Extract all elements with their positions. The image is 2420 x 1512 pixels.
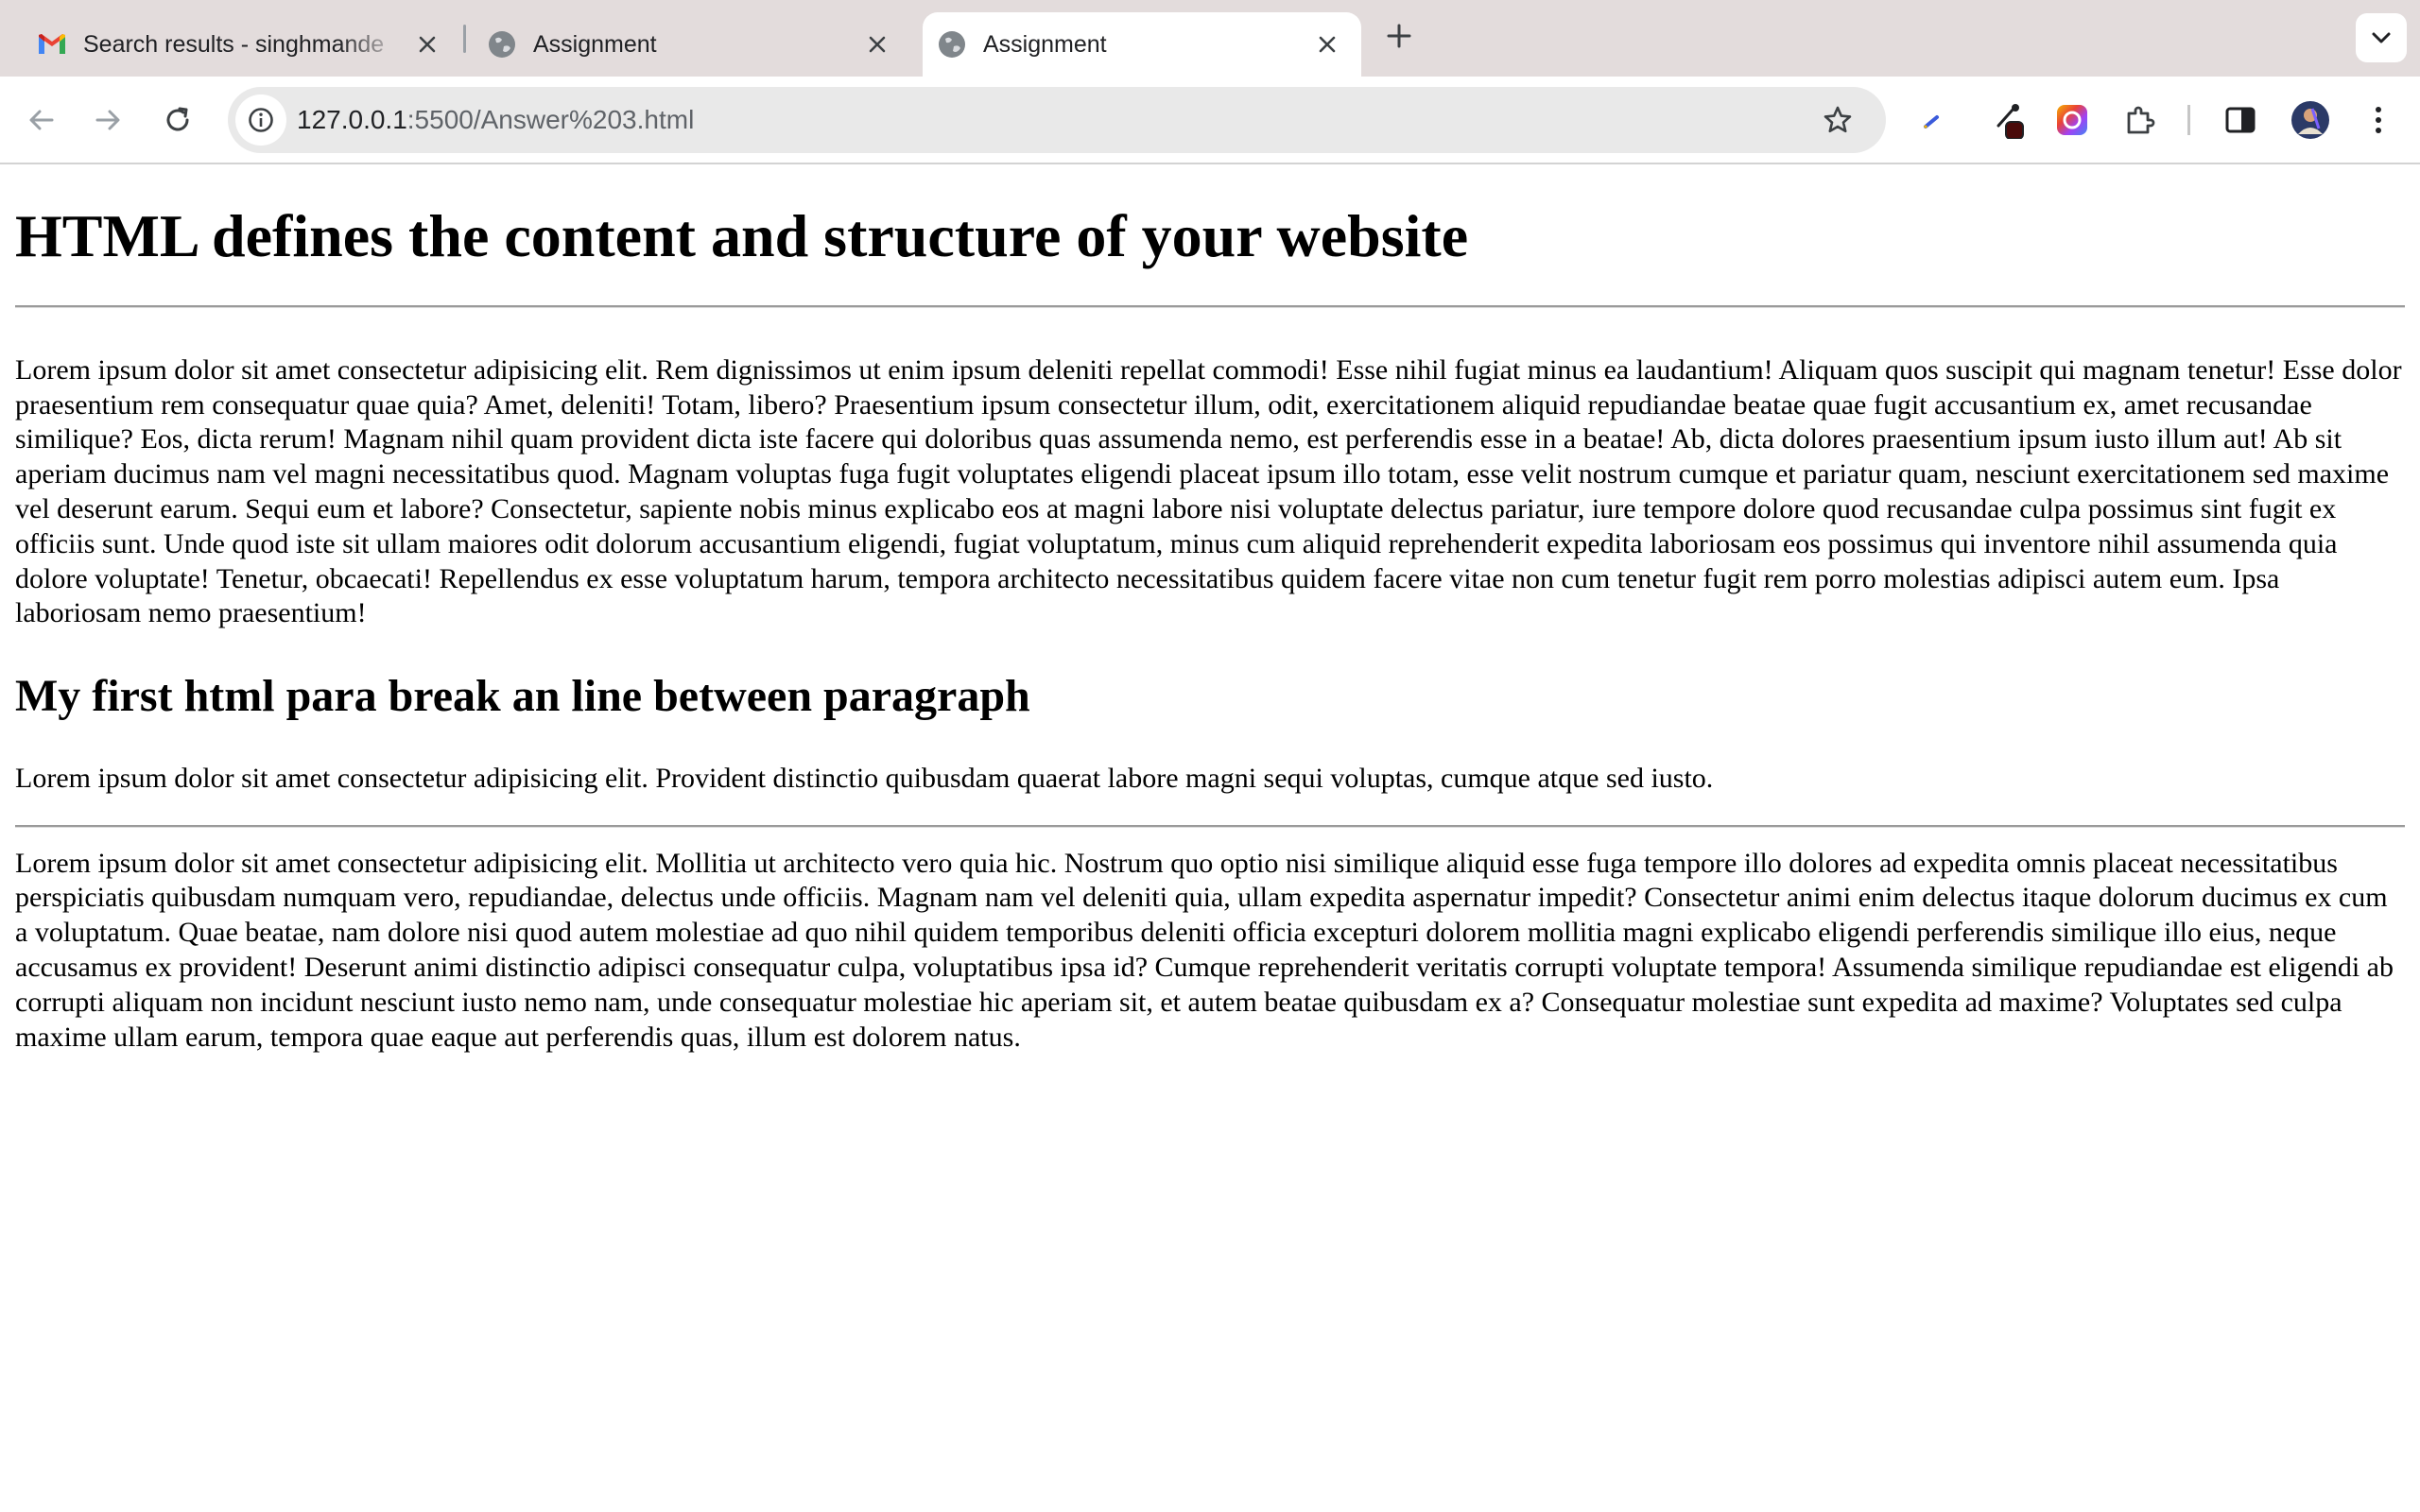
forward-icon[interactable]	[83, 95, 132, 145]
tab-separator	[463, 25, 466, 53]
address-bar[interactable]: 127.0.0.1:5500/Answer%203.html	[228, 87, 1886, 153]
globe-icon	[488, 30, 516, 59]
close-tab-icon[interactable]	[1312, 29, 1342, 60]
menu-icon[interactable]	[2354, 95, 2403, 145]
extension-eyedropper-icon[interactable]	[1985, 95, 2034, 145]
paragraph-1: Lorem ipsum dolor sit amet consectetur a…	[15, 353, 2402, 629]
extensions-puzzle-icon[interactable]	[2116, 95, 2165, 145]
tab-assignment-1[interactable]: Assignment	[469, 12, 911, 77]
page-heading: HTML defines the content and structure o…	[15, 202, 1469, 269]
tab-title: Search results - singhmande	[83, 30, 385, 58]
page-content: HTML defines the content and structure o…	[15, 164, 2405, 1055]
url-host: 127.0.0.1	[297, 105, 407, 134]
tab-assignment-active[interactable]: Assignment	[923, 12, 1361, 77]
close-tab-icon[interactable]	[862, 29, 892, 60]
reload-icon[interactable]	[153, 95, 202, 145]
url-path: :5500/Answer%203.html	[406, 105, 695, 134]
tab-title: Assignment	[533, 30, 657, 58]
tab-gmail[interactable]: Search results - singhmande	[0, 12, 461, 77]
url-text[interactable]: 127.0.0.1:5500/Answer%203.html	[297, 87, 694, 153]
paragraph-3: Lorem ipsum dolor sit amet consectetur a…	[15, 847, 2394, 1053]
extension-color-icon[interactable]	[2048, 95, 2097, 145]
back-icon[interactable]	[17, 95, 66, 145]
tab-strip: Search results - singhmande Assignment A…	[0, 0, 2420, 77]
profile-avatar[interactable]	[2286, 95, 2335, 145]
horizontal-rule	[15, 304, 2405, 308]
gmail-icon	[38, 30, 66, 59]
browser-toolbar: 127.0.0.1:5500/Answer%203.html	[0, 77, 2420, 163]
toolbar-divider	[2187, 105, 2190, 135]
tab-title: Assignment	[983, 30, 1107, 58]
section-heading: My first html para break an line between…	[15, 671, 1030, 722]
side-panel-icon[interactable]	[2216, 95, 2265, 145]
globe-icon	[938, 30, 966, 59]
horizontal-rule	[15, 824, 2405, 828]
paragraph-2: Lorem ipsum dolor sit amet consectetur a…	[15, 762, 1714, 794]
extension-pen-icon[interactable]	[1908, 95, 1957, 145]
bookmark-star-icon[interactable]	[1814, 96, 1861, 144]
site-info-icon[interactable]	[235, 94, 286, 146]
close-tab-icon[interactable]	[412, 29, 442, 60]
new-tab-plus-icon[interactable]	[1382, 19, 1416, 53]
tab-search-chevron-down-icon[interactable]	[2356, 13, 2407, 62]
